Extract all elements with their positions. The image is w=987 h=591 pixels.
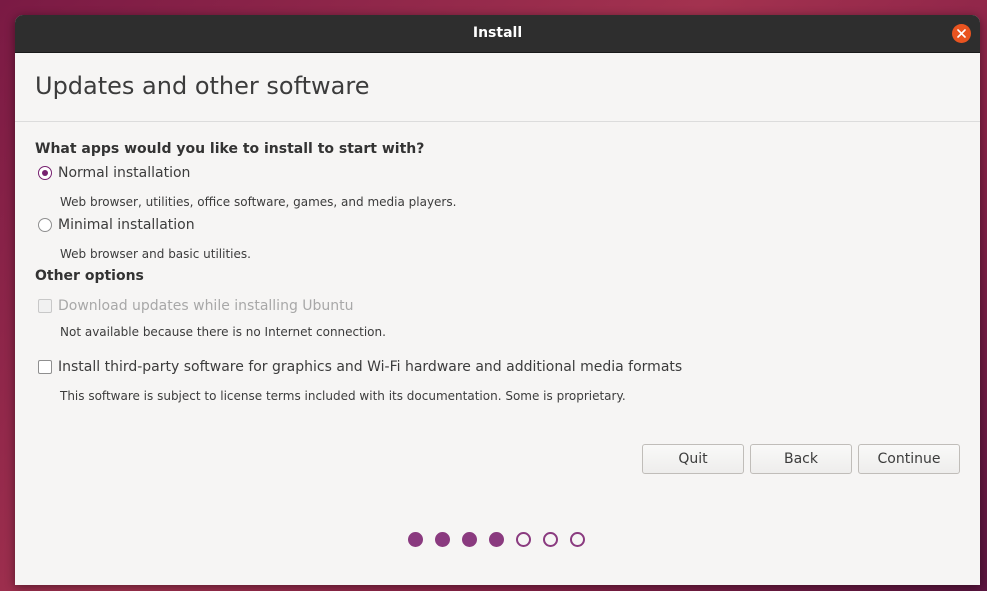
normal-installation-label: Normal installation: [58, 165, 191, 181]
normal-installation-radio[interactable]: Normal installation: [38, 165, 190, 181]
continue-button[interactable]: Continue: [858, 444, 960, 474]
progress-dot: [462, 532, 477, 547]
progress-dot: [543, 532, 558, 547]
third-party-description: This software is subject to license term…: [60, 389, 626, 403]
download-updates-description: Not available because there is no Intern…: [60, 325, 386, 339]
progress-dot: [516, 532, 531, 547]
checkbox-icon[interactable]: [38, 360, 52, 374]
quit-button[interactable]: Quit: [642, 444, 744, 474]
apps-section-heading: What apps would you like to install to s…: [35, 141, 425, 157]
radio-selected-icon[interactable]: [38, 166, 52, 180]
installer-window: Install Updates and other software What …: [15, 15, 980, 585]
other-options-heading: Other options: [35, 268, 144, 284]
close-icon: [957, 29, 966, 38]
minimal-installation-radio[interactable]: Minimal installation: [38, 217, 195, 233]
progress-dot: [489, 532, 504, 547]
third-party-checkbox[interactable]: Install third-party software for graphic…: [38, 359, 682, 375]
window-title: Install: [472, 25, 523, 41]
progress-dot: [435, 532, 450, 547]
download-updates-checkbox: Download updates while installing Ubuntu: [38, 298, 354, 314]
progress-dot: [408, 532, 423, 547]
download-updates-label: Download updates while installing Ubuntu: [58, 298, 354, 314]
progress-dots: [408, 532, 597, 547]
third-party-label: Install third-party software for graphic…: [58, 359, 683, 375]
title-bar[interactable]: Install: [15, 15, 980, 53]
minimal-installation-label: Minimal installation: [58, 217, 195, 233]
radio-unselected-icon[interactable]: [38, 218, 52, 232]
minimal-installation-description: Web browser and basic utilities.: [60, 247, 251, 261]
back-button[interactable]: Back: [750, 444, 852, 474]
close-button[interactable]: [952, 24, 971, 43]
normal-installation-description: Web browser, utilities, office software,…: [60, 195, 457, 209]
progress-dot: [570, 532, 585, 547]
page-title: Updates and other software: [35, 72, 370, 100]
checkbox-disabled-icon: [38, 299, 52, 313]
